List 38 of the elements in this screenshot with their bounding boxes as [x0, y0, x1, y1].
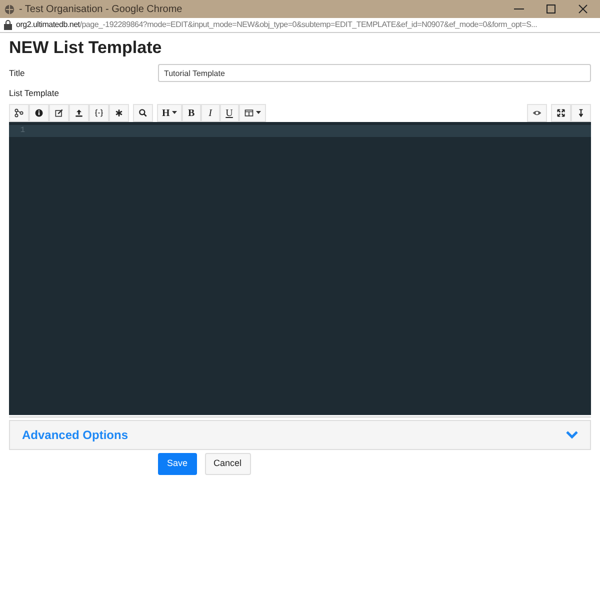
save-button[interactable]: Save	[158, 453, 197, 475]
format-button[interactable]: B	[182, 104, 201, 122]
upload-icon	[74, 108, 84, 118]
page-heading: NEW List Template	[9, 37, 163, 59]
search-icon	[138, 108, 148, 118]
template-label: List Template	[9, 87, 60, 100]
asterisk-icon	[114, 108, 124, 118]
close-icon[interactable]	[578, 4, 588, 14]
table-icon	[244, 108, 254, 118]
edit-icon	[54, 108, 64, 118]
cancel-button[interactable]: Cancel	[204, 453, 251, 475]
toolbar-button[interactable]	[571, 104, 591, 122]
toolbar-button[interactable]	[9, 104, 29, 122]
globe-icon	[4, 4, 15, 14]
maximize-icon[interactable]	[546, 4, 556, 14]
braces-icon	[94, 108, 104, 118]
format-button[interactable]: I	[200, 104, 220, 122]
toolbar-button[interactable]	[69, 104, 89, 122]
down-arrow-icon	[576, 108, 586, 118]
toolbar-button[interactable]	[49, 104, 69, 122]
fullscreen-icon	[556, 108, 566, 118]
info-icon	[34, 108, 44, 118]
toolbar-button[interactable]	[527, 104, 547, 122]
eye-icon	[532, 108, 542, 118]
toolbar-button[interactable]	[109, 104, 129, 122]
title-input[interactable]: Tutorial Template	[158, 64, 591, 82]
format-button[interactable]: H	[157, 104, 182, 122]
lock-icon	[4, 20, 12, 30]
toolbar-button[interactable]	[238, 104, 266, 122]
toolbar-button[interactable]	[29, 104, 49, 122]
toolbar-button[interactable]	[133, 104, 153, 122]
address-bar[interactable]: org2.ultimatedb.net/page_-192289864?mode=EDIT&input_mode=NEW&obj_type=0&subtemp=EDIT_TEMPLATE&ef_id=N0907&ef_mode=0&form_opt=S...	[16, 19, 538, 31]
toolbar-button[interactable]	[89, 104, 109, 122]
title-label: Title	[9, 66, 26, 80]
window-title: - Test Organisation - Google Chrome	[19, 2, 182, 16]
format-button[interactable]: U	[220, 104, 239, 122]
toolbar-button[interactable]	[551, 104, 571, 122]
branch-icon	[14, 108, 24, 118]
